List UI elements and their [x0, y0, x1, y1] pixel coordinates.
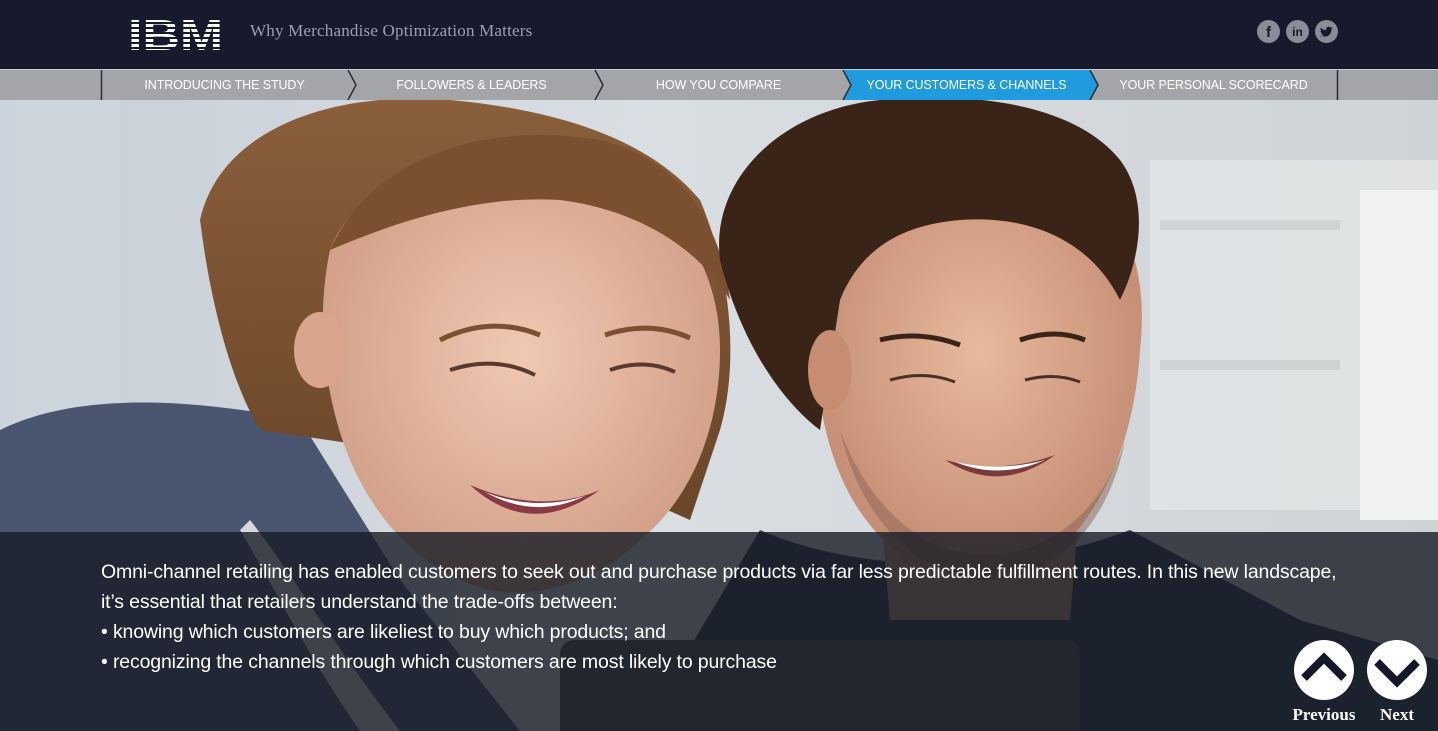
caption-intro: Omni-channel retailing has enabled custo… — [101, 561, 1337, 613]
next-button[interactable] — [1367, 640, 1427, 700]
nav-item-followers-leaders[interactable]: FOLLOWERS & LEADERS — [348, 70, 595, 100]
ibm-logo[interactable]: IBM — [128, 14, 223, 52]
caption-bullet: • recognizing the channels through which… — [101, 651, 777, 673]
site-title: Why Merchandise Optimization Matters — [250, 21, 533, 40]
nav-item-your-personal-scorecard[interactable]: YOUR PERSONAL SCORECARD — [1090, 70, 1337, 100]
chevron-up-icon — [1301, 652, 1347, 681]
nav-item-introducing-the-study[interactable]: INTRODUCING THE STUDY — [101, 70, 348, 100]
svg-text:f: f — [1266, 24, 1272, 41]
top-header: IBM Why Merchandise Optimization Matters… — [0, 0, 1438, 69]
nav-item-your-customers-channels[interactable]: YOUR CUSTOMERS & CHANNELS — [843, 70, 1090, 100]
facebook-icon[interactable]: f — [1257, 20, 1280, 43]
nav-item-how-you-compare[interactable]: HOW YOU COMPARE — [595, 70, 842, 100]
svg-text:in: in — [1292, 25, 1303, 39]
next-label[interactable]: Next — [1352, 705, 1438, 725]
caption-text: Omni-channel retailing has enabled custo… — [101, 557, 1341, 677]
linkedin-icon[interactable]: in — [1286, 20, 1309, 43]
twitter-icon[interactable] — [1315, 20, 1338, 43]
previous-button[interactable] — [1294, 640, 1354, 700]
section-nav: INTRODUCING THE STUDY FOLLOWERS & LEADER… — [0, 69, 1438, 101]
caption-bullet: • knowing which customers are likeliest … — [101, 621, 666, 643]
chevron-down-icon — [1374, 659, 1420, 688]
